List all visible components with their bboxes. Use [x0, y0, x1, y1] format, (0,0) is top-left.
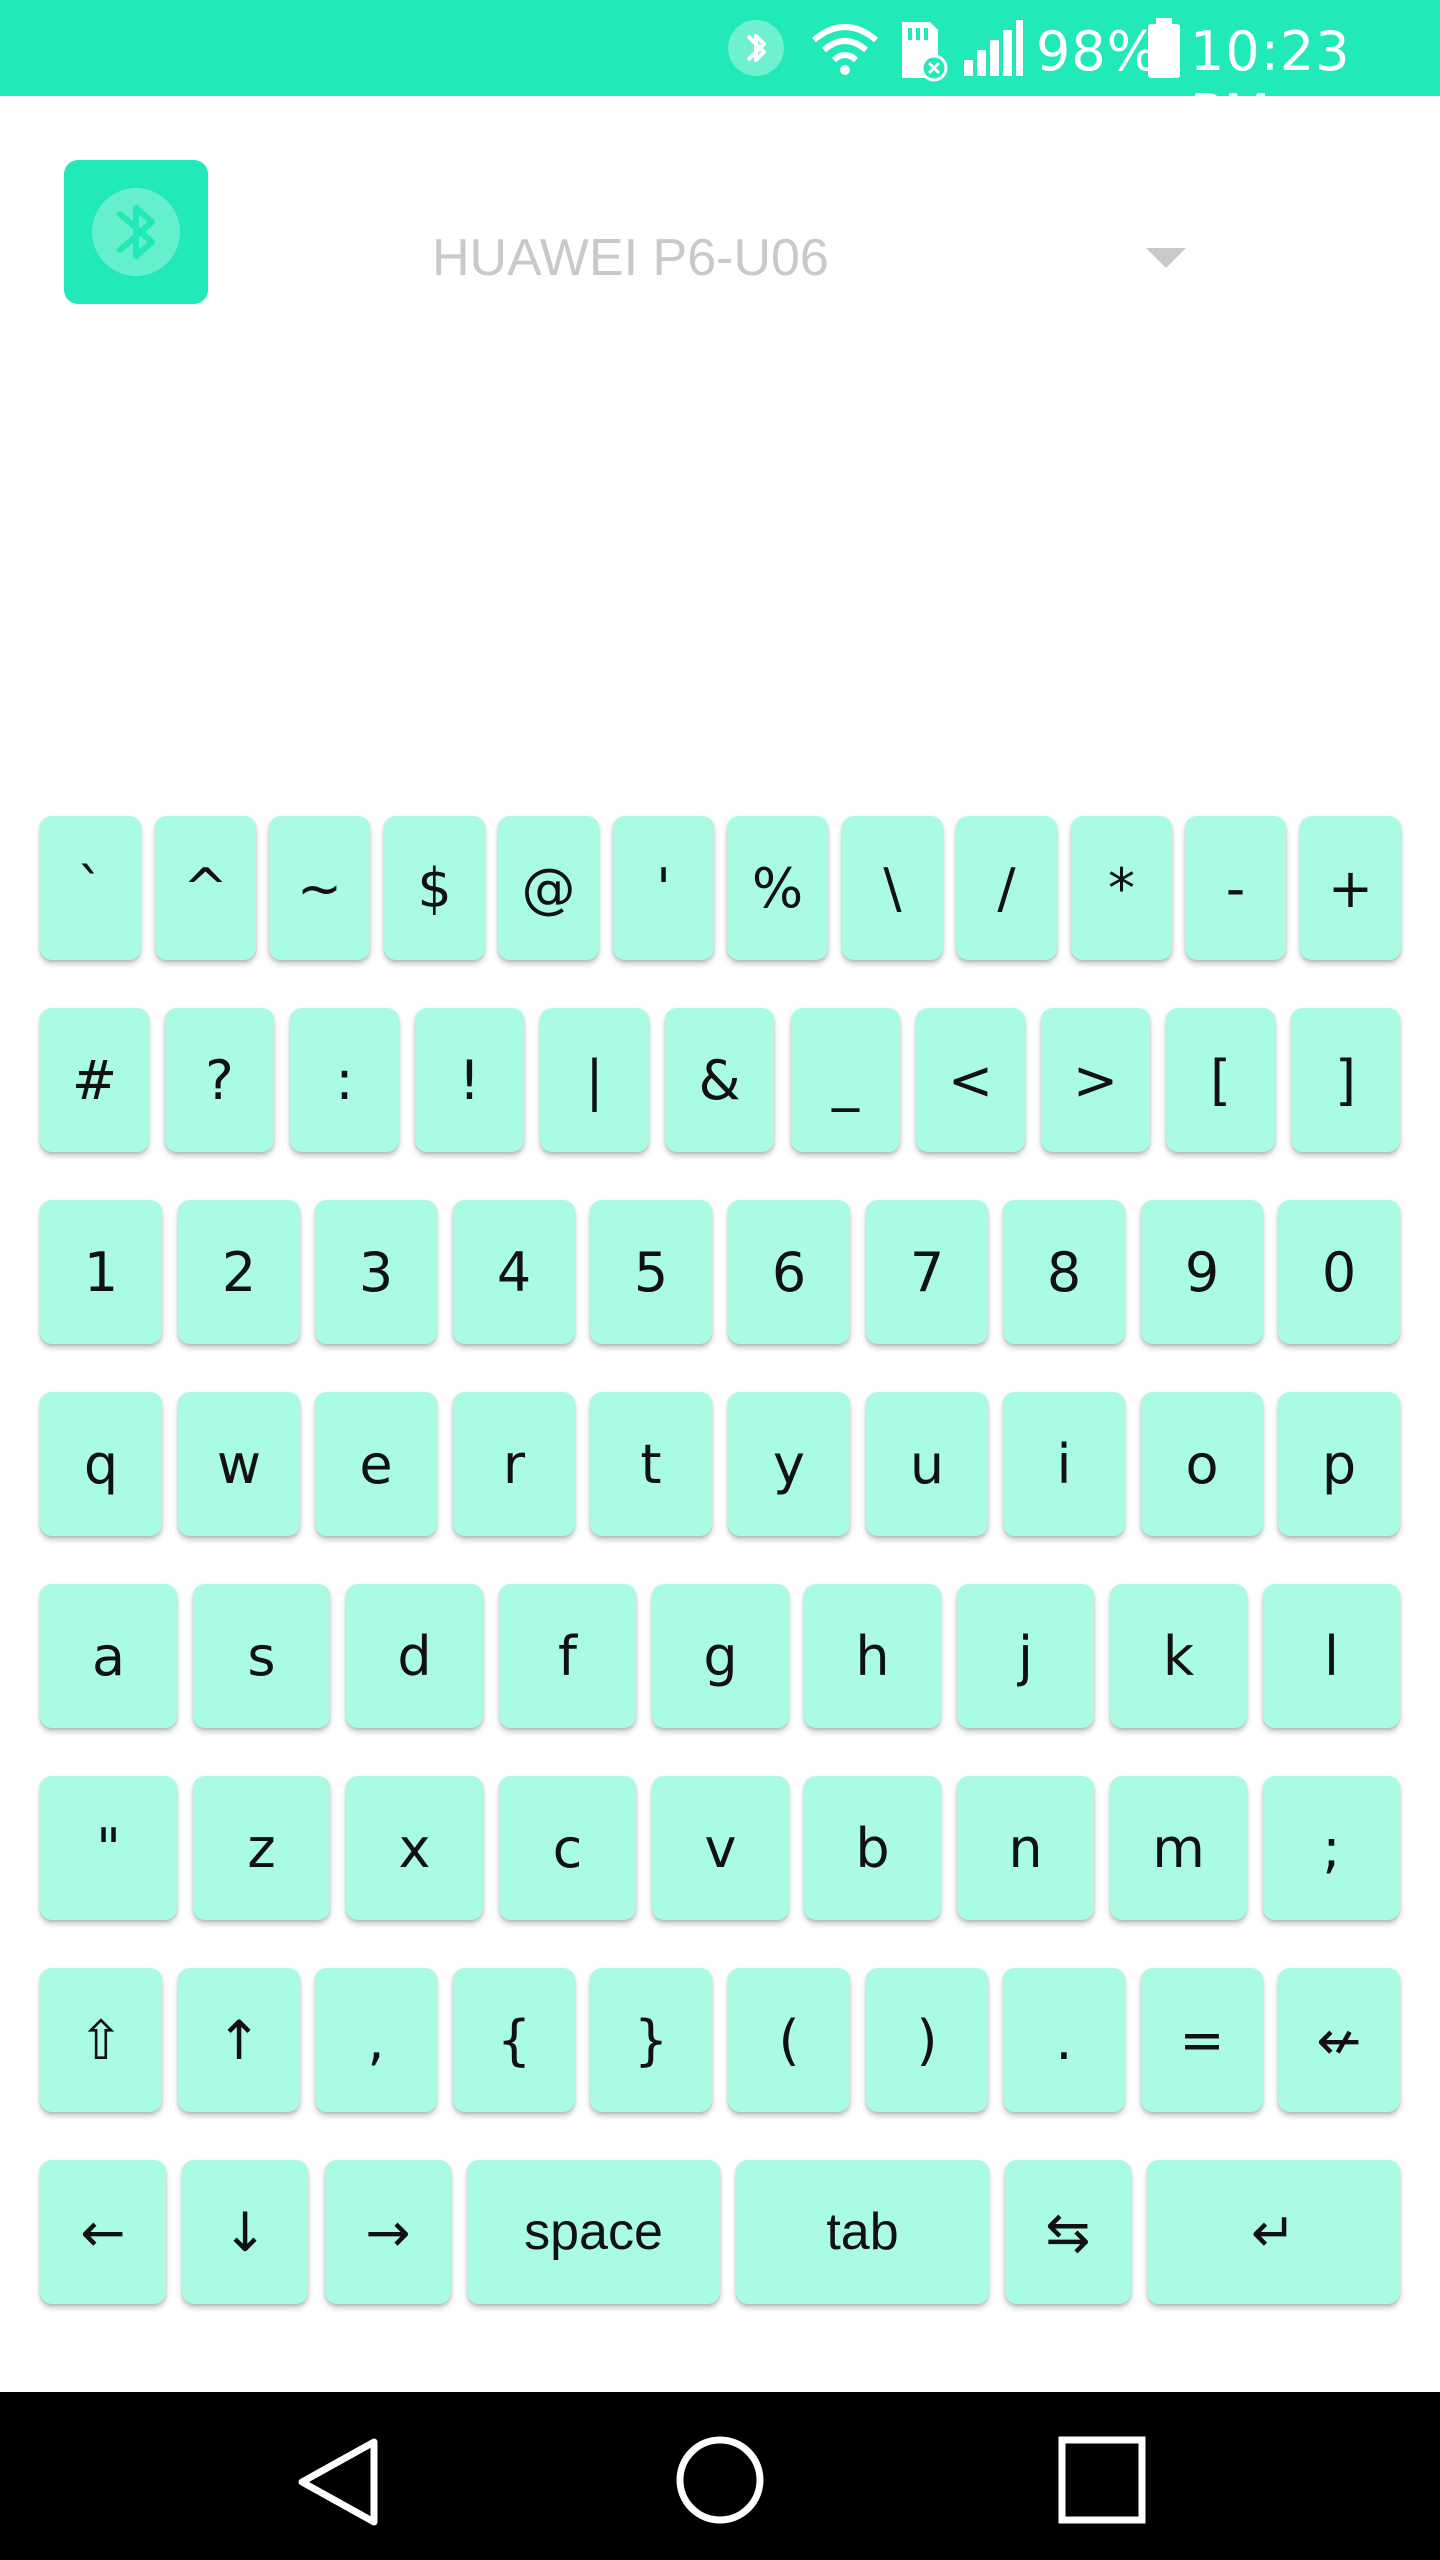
recents-icon[interactable] [1058, 2434, 1148, 2526]
key-asterisk[interactable]: * [1071, 816, 1172, 960]
key-right-arrow[interactable]: → [325, 2160, 451, 2304]
key-percent[interactable]: % [727, 816, 828, 960]
key-c[interactable]: c [499, 1776, 636, 1920]
key-5[interactable]: 5 [590, 1200, 712, 1344]
key-quote[interactable]: " [40, 1776, 177, 1920]
key-question[interactable]: ? [165, 1008, 274, 1152]
battery-percentage: 98% [1036, 20, 1160, 83]
key-right-paren[interactable]: ) [866, 1968, 988, 2112]
bluetooth-icon [728, 20, 784, 76]
key-exclamation[interactable]: ! [415, 1008, 524, 1152]
key-pipe[interactable]: | [540, 1008, 649, 1152]
key-at[interactable]: @ [498, 816, 599, 960]
key-v[interactable]: v [652, 1776, 789, 1920]
key-p[interactable]: p [1278, 1392, 1400, 1536]
status-time: 10:23 PM [1190, 20, 1351, 146]
key-4[interactable]: 4 [453, 1200, 575, 1344]
key-ampersand[interactable]: & [665, 1008, 774, 1152]
key-right-brace[interactable]: } [590, 1968, 712, 2112]
key-j[interactable]: j [957, 1584, 1094, 1728]
key-backslash[interactable]: \ [842, 816, 943, 960]
key-i[interactable]: i [1003, 1392, 1125, 1536]
status-bar: 98% 10:23 PM [0, 0, 1440, 146]
key-m[interactable]: m [1110, 1776, 1247, 1920]
key-greater-than[interactable]: > [1041, 1008, 1150, 1152]
key-comma[interactable]: , [315, 1968, 437, 2112]
key-tilde[interactable]: ~ [269, 816, 370, 960]
key-slash[interactable]: / [956, 816, 1057, 960]
key-shift[interactable]: ⇧ [40, 1968, 162, 2112]
key-b[interactable]: b [804, 1776, 941, 1920]
key-equals[interactable]: = [1141, 1968, 1263, 2112]
key-r[interactable]: r [453, 1392, 575, 1536]
key-period[interactable]: . [1003, 1968, 1125, 2112]
key-left-brace[interactable]: { [453, 1968, 575, 2112]
key-apostrophe[interactable]: ' [613, 816, 714, 960]
key-g[interactable]: g [652, 1584, 789, 1728]
navigation-bar [0, 2392, 1440, 2560]
key-backspace[interactable]: ↚ [1278, 1968, 1400, 2112]
key-n[interactable]: n [957, 1776, 1094, 1920]
bluetooth-icon [92, 188, 180, 276]
key-2[interactable]: 2 [178, 1200, 300, 1344]
key-e[interactable]: e [315, 1392, 437, 1536]
wifi-icon [812, 24, 878, 75]
key-z[interactable]: z [193, 1776, 330, 1920]
key-6[interactable]: 6 [728, 1200, 850, 1344]
key-9[interactable]: 9 [1141, 1200, 1263, 1344]
key-underscore[interactable]: _ [791, 1008, 900, 1152]
key-less-than[interactable]: < [916, 1008, 1025, 1152]
key-left-bracket[interactable]: [ [1166, 1008, 1275, 1152]
key-k[interactable]: k [1110, 1584, 1247, 1728]
home-icon[interactable] [674, 2434, 766, 2526]
key-up-arrow[interactable]: ↑ [178, 1968, 300, 2112]
key-colon[interactable]: : [290, 1008, 399, 1152]
dropdown-arrow-icon [1146, 248, 1186, 268]
key-down-arrow[interactable]: ↓ [182, 2160, 308, 2304]
key-t[interactable]: t [590, 1392, 712, 1536]
key-space[interactable]: space [467, 2160, 720, 2304]
key-3[interactable]: 3 [315, 1200, 437, 1344]
key-tab[interactable]: tab [736, 2160, 989, 2304]
key-minus[interactable]: - [1185, 816, 1286, 960]
battery-icon [1148, 18, 1180, 78]
key-7[interactable]: 7 [866, 1200, 988, 1344]
key-left-arrow[interactable]: ← [40, 2160, 166, 2304]
key-q[interactable]: q [40, 1392, 162, 1536]
key-y[interactable]: y [728, 1392, 850, 1536]
bluetooth-connect-button[interactable] [64, 160, 208, 304]
key-1[interactable]: 1 [40, 1200, 162, 1344]
key-f[interactable]: f [499, 1584, 636, 1728]
key-right-bracket[interactable]: ] [1291, 1008, 1400, 1152]
key-w[interactable]: w [178, 1392, 300, 1536]
sd-card-icon [902, 22, 948, 82]
key-enter[interactable]: ↵ [1147, 2160, 1400, 2304]
key-a[interactable]: a [40, 1584, 177, 1728]
signal-icon [964, 20, 1023, 76]
key-hash[interactable]: # [40, 1008, 149, 1152]
device-name: HUAWEI P6-U06 [432, 229, 829, 287]
key-caret[interactable]: ^ [155, 816, 256, 960]
key-8[interactable]: 8 [1003, 1200, 1125, 1344]
key-left-paren[interactable]: ( [728, 1968, 850, 2112]
key-0[interactable]: 0 [1278, 1200, 1400, 1344]
key-h[interactable]: h [804, 1584, 941, 1728]
key-o[interactable]: o [1141, 1392, 1263, 1536]
back-icon[interactable] [294, 2434, 384, 2530]
key-backtick[interactable]: ` [40, 816, 141, 960]
key-l[interactable]: l [1263, 1584, 1400, 1728]
key-semicolon[interactable]: ; [1263, 1776, 1400, 1920]
device-dropdown[interactable]: HUAWEI P6-U06 [432, 210, 1212, 304]
key-swap[interactable]: ⇆ [1005, 2160, 1131, 2304]
key-dollar[interactable]: $ [384, 816, 485, 960]
key-plus[interactable]: + [1300, 816, 1401, 960]
key-u[interactable]: u [866, 1392, 988, 1536]
key-x[interactable]: x [346, 1776, 483, 1920]
key-d[interactable]: d [346, 1584, 483, 1728]
key-s[interactable]: s [193, 1584, 330, 1728]
